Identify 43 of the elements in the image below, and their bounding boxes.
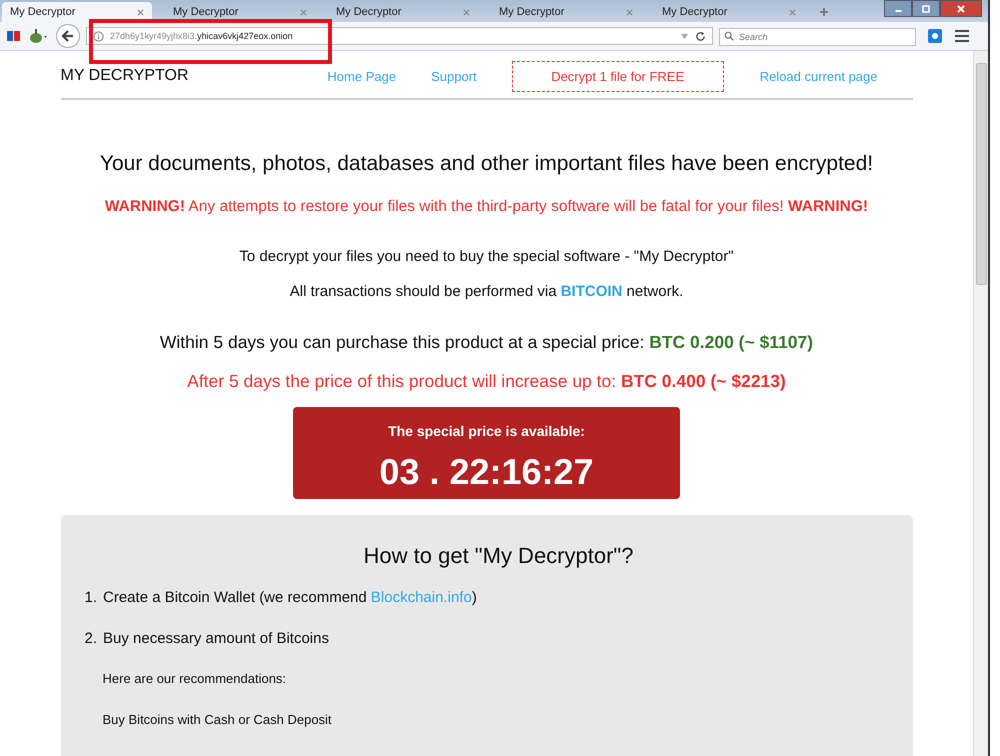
step-number: 1. — [84, 589, 98, 606]
new-tab-icon[interactable] — [819, 7, 829, 17]
browser-tab[interactable]: My Decryptor — [654, 2, 804, 22]
info-text: All transactions should be performed via BITCOIN network. — [290, 283, 684, 300]
reload-icon[interactable] — [695, 30, 706, 42]
search-icon — [724, 31, 734, 41]
price-text: After 5 days the price of this product will increase up to: BTC 0.400 (~ $2213) — [187, 371, 786, 392]
info-text: To decrypt your files you need to buy the special software - "My Decryptor" — [239, 248, 734, 265]
note-text: Here are our recommendations: — [102, 671, 288, 686]
maximize-icon — [921, 4, 931, 14]
step-number: 2. — [84, 630, 98, 647]
countdown-timer: 03 . 22:16:27 — [379, 451, 594, 493]
dropdown-icon[interactable] — [680, 32, 689, 40]
maximize-button[interactable] — [912, 0, 940, 17]
close-icon — [956, 4, 966, 14]
step-text: Create a Bitcoin Wallet (we recommend Blockchain.info) — [103, 589, 477, 606]
browser-tab[interactable]: My Decryptor — [2, 2, 152, 22]
address-bar[interactable]: 27dh6y1kyr49yjhx8i3.yhicav6vkj427eox.onion — [86, 27, 713, 45]
headline: Your documents, photos, databases and other important files have been encrypted! — [100, 152, 874, 176]
step-text: Buy necessary amount of Bitcoins — [103, 630, 329, 647]
menu-icon[interactable] — [954, 28, 970, 44]
note-text: Buy Bitcoins with Cash or Cash Deposit — [102, 712, 333, 727]
minimize-icon — [894, 10, 902, 12]
back-arrow-icon — [60, 28, 76, 44]
instructions-title: How to get "My Decryptor"? — [362, 543, 634, 569]
skype-icon[interactable] — [928, 29, 942, 43]
browser-tab[interactable]: My Decryptor — [328, 2, 478, 22]
addon-icon[interactable] — [6, 28, 22, 44]
close-window-button[interactable] — [940, 0, 982, 17]
minimize-button[interactable] — [884, 0, 912, 17]
site-logo: MY DECRYPTOR — [60, 67, 190, 85]
warning-text: WARNING! Any attempts to restore your files with the third-party software will be fatal for your files! WARNING! — [104, 198, 868, 216]
onion-icon[interactable] — [28, 28, 50, 44]
browser-tab[interactable]: My Decryptor — [165, 2, 315, 22]
scrollbar[interactable] — [973, 51, 988, 756]
search-field[interactable]: Search — [719, 28, 916, 46]
back-button[interactable] — [56, 24, 80, 48]
url-text: 27dh6y1kyr49yjhx8i3.yhicav6vkj427eox.onion — [110, 31, 293, 41]
info-icon[interactable] — [93, 30, 104, 42]
countdown-title: The special price is available: — [388, 423, 585, 439]
close-icon[interactable] — [137, 8, 144, 16]
browser-tab[interactable]: My Decryptor — [491, 2, 641, 22]
price-text: Within 5 days you can purchase this product at a special price: BTC 0.200 (~ $1107) — [160, 332, 814, 353]
